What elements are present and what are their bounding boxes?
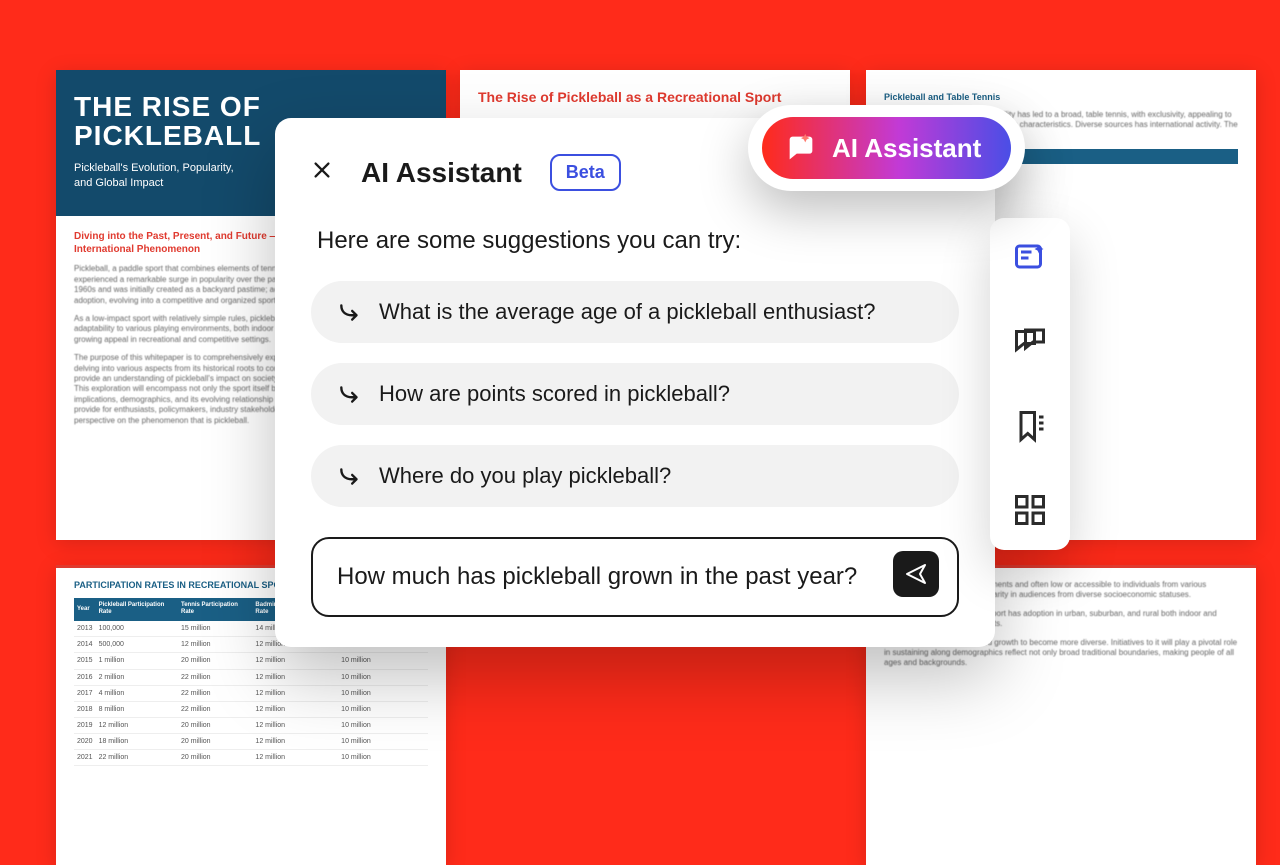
sparkle-chat-icon — [784, 131, 818, 165]
arrow-reply-icon — [337, 463, 363, 489]
ai-assistant-button[interactable]: AI Assistant — [762, 117, 1011, 179]
close-icon — [311, 159, 333, 181]
suggestions-intro: Here are some suggestions you can try: — [311, 227, 959, 255]
thumbnails-button[interactable] — [1010, 490, 1050, 530]
question-input-text: How much has pickleball grown in the pas… — [337, 561, 877, 593]
suggestion-chip[interactable]: How are points scored in pickleball? — [311, 363, 959, 425]
right-toolbar — [990, 218, 1070, 550]
sparkle-note-icon — [1012, 240, 1048, 276]
bookmark-icon — [1012, 408, 1048, 444]
ai-panel-toggle-button[interactable] — [1010, 238, 1050, 278]
table-row: 20162 million22 million12 million10 mill… — [74, 669, 428, 685]
doc-hero-subtitle: Pickleball's Evolution, Popularity, and … — [74, 161, 244, 191]
doc3-title: Pickleball and Table Tennis — [884, 92, 1238, 104]
ai-assistant-panel: AI Assistant Beta Here are some suggesti… — [275, 118, 995, 647]
suggestion-text: What is the average age of a pickleball … — [379, 299, 876, 325]
arrow-reply-icon — [337, 299, 363, 325]
suggestion-text: How are points scored in pickleball? — [379, 381, 730, 407]
grid-icon — [1012, 492, 1048, 528]
ai-assistant-launch-wrap: AI Assistant — [748, 105, 1025, 191]
beta-badge: Beta — [550, 154, 621, 191]
comments-button[interactable] — [1010, 322, 1050, 362]
table-row: 20174 million22 million12 million10 mill… — [74, 685, 428, 701]
arrow-reply-icon — [337, 381, 363, 407]
doc2-title: The Rise of Pickleball as a Recreational… — [478, 88, 832, 106]
suggestion-chip[interactable]: What is the average age of a pickleball … — [311, 281, 959, 343]
suggestion-text: Where do you play pickleball? — [379, 463, 671, 489]
suggestion-chip[interactable]: Where do you play pickleball? — [311, 445, 959, 507]
table-row: 202018 million20 million12 million10 mil… — [74, 733, 428, 749]
bookmarks-button[interactable] — [1010, 406, 1050, 446]
table-row: 201912 million20 million12 million10 mil… — [74, 717, 428, 733]
chat-bubbles-icon — [1012, 324, 1048, 360]
panel-title: AI Assistant — [361, 157, 522, 189]
send-icon — [904, 562, 928, 586]
send-button[interactable] — [893, 551, 939, 597]
close-button[interactable] — [311, 157, 333, 188]
table-row: 20151 million20 million12 million10 mill… — [74, 653, 428, 669]
table-row: 202122 million20 million12 million10 mil… — [74, 750, 428, 766]
table-row: 20188 million22 million12 million10 mill… — [74, 701, 428, 717]
ai-assistant-button-label: AI Assistant — [832, 133, 981, 164]
question-input[interactable]: How much has pickleball grown in the pas… — [311, 537, 959, 617]
